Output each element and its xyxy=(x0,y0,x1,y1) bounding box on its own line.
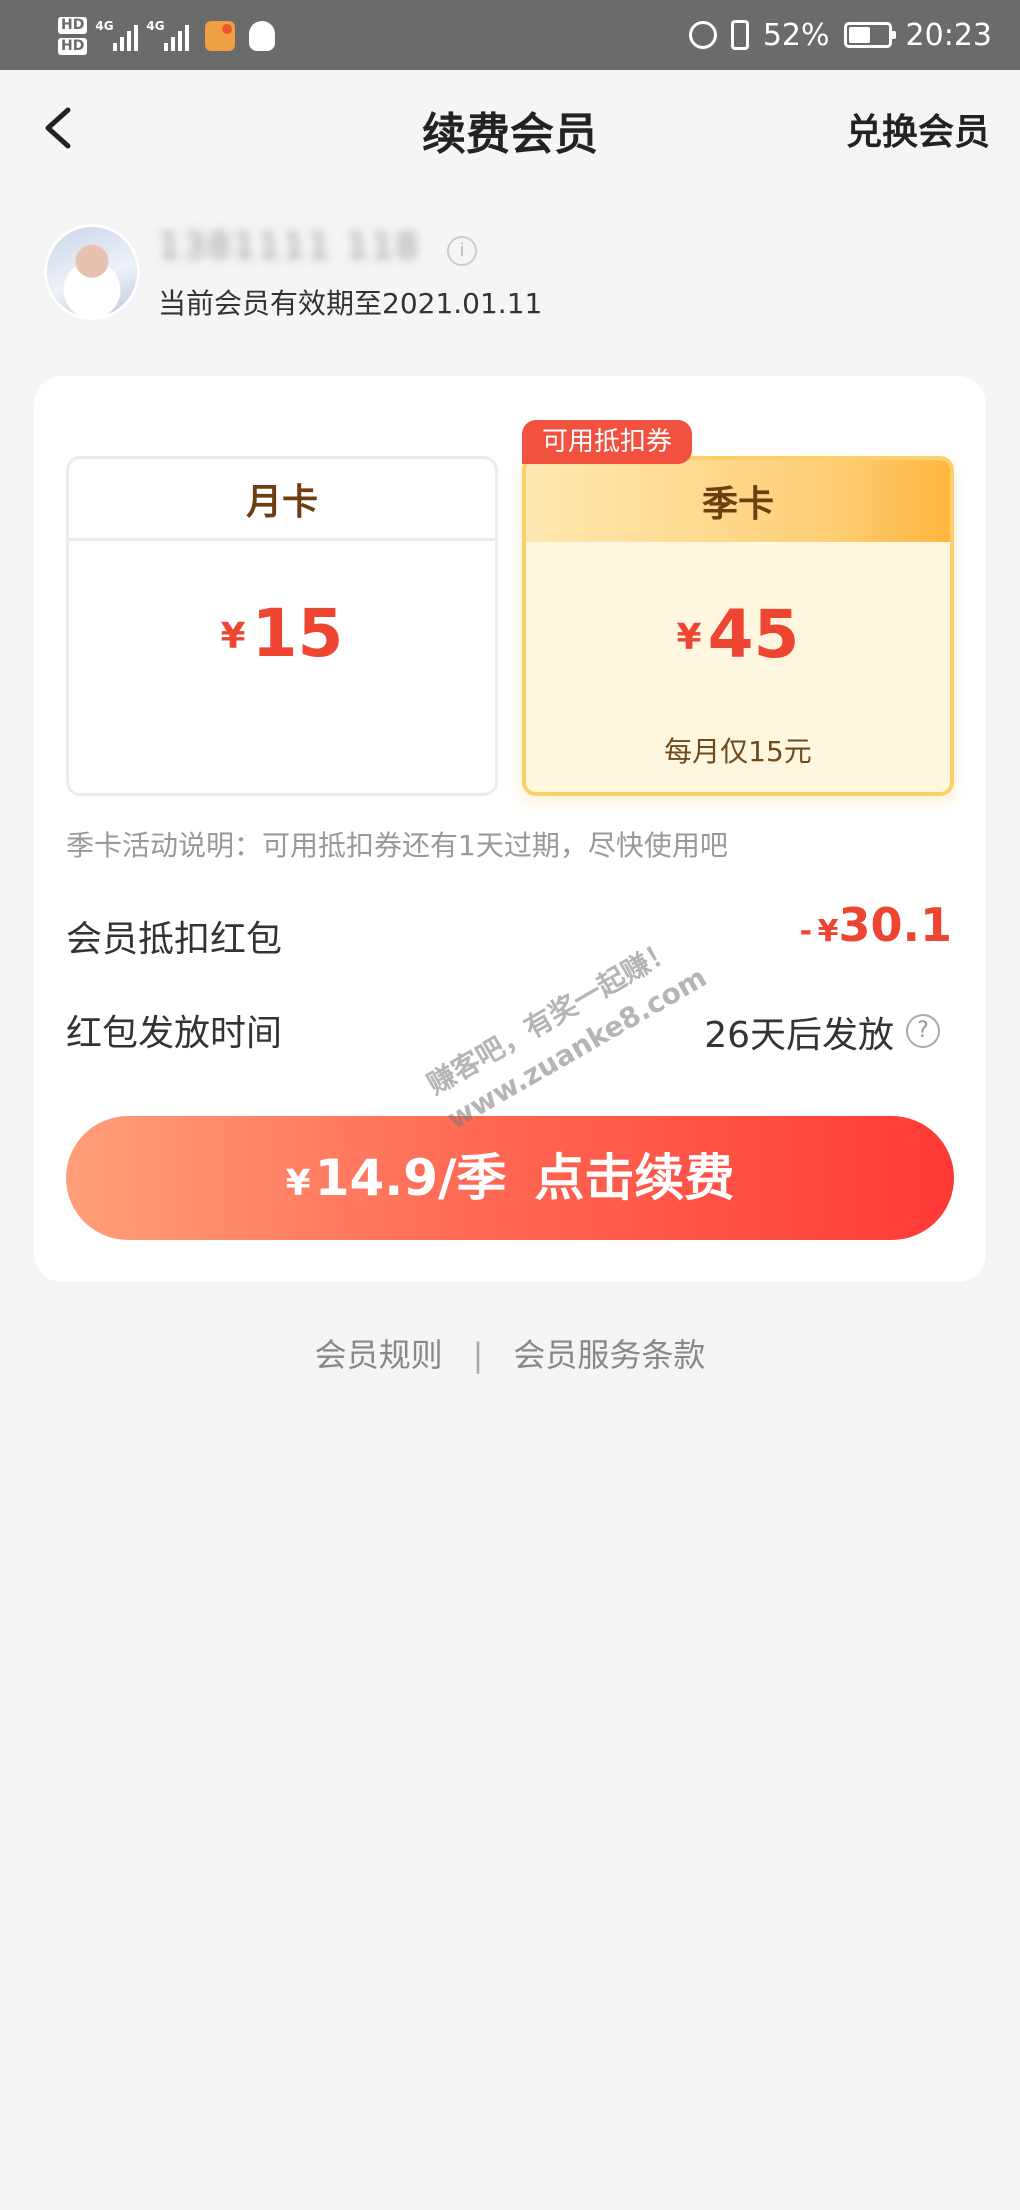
alarm-icon xyxy=(688,21,717,49)
status-left: HD HD 4G 4G xyxy=(58,8,276,64)
renew-pay-button[interactable]: ¥14.9/季 点击续费 xyxy=(66,1116,954,1240)
membership-rules-link[interactable]: 会员规则 xyxy=(315,1336,443,1374)
plan-quarterly-amount: 45 xyxy=(707,596,800,673)
pay-action: 点击续费 xyxy=(534,1149,735,1207)
plan-quarterly-name: 季卡 xyxy=(526,460,950,542)
signal-1-icon: 4G xyxy=(95,19,139,51)
membership-terms-link[interactable]: 会员服务条款 xyxy=(513,1336,705,1374)
vibrate-icon xyxy=(730,20,749,50)
plan-quarterly[interactable]: 季卡 ¥45 每月仅15元 xyxy=(522,456,954,796)
status-bar: HD HD 4G 4G 52% 20:23 xyxy=(0,0,1020,70)
plan-monthly-amount: 15 xyxy=(251,595,344,672)
plan-quarterly-note: 每月仅15元 xyxy=(664,735,812,768)
release-time-label: 红包发放时间 xyxy=(66,1013,283,1054)
hd-indicators: HD HD xyxy=(58,17,88,55)
network-type-1: 4G xyxy=(95,19,114,33)
coupon-tag: 可用抵扣券 xyxy=(522,420,693,464)
status-right: 52% 20:23 xyxy=(688,0,992,70)
pay-currency: ¥ xyxy=(285,1163,311,1204)
deduction-amount: - ¥30.1 xyxy=(800,898,952,952)
activity-note: 季卡活动说明：可用抵扣券还有1天过期，尽快使用吧 xyxy=(66,829,728,862)
avatar xyxy=(44,224,140,320)
signal-2-icon: 4G xyxy=(146,19,190,51)
deduction-value: 30.1 xyxy=(838,898,953,952)
plan-monthly[interactable]: 月卡 ¥15 xyxy=(66,456,498,796)
redeem-membership-link[interactable]: 兑换会员 xyxy=(846,103,990,155)
deduction-minus: - xyxy=(799,914,813,949)
battery-percent: 52% xyxy=(762,17,830,53)
plan-monthly-currency: ¥ xyxy=(220,616,246,657)
footer-separator: | xyxy=(472,1336,484,1374)
pay-price: 14.9/季 xyxy=(314,1149,507,1207)
deduction-label: 会员抵扣红包 xyxy=(66,919,283,960)
app-notification-icon xyxy=(205,21,236,51)
plan-quarterly-price: ¥45 xyxy=(526,596,950,673)
battery-icon xyxy=(843,22,896,48)
hd-2-icon: HD xyxy=(58,38,88,55)
renewal-card: 可用抵扣券 月卡 ¥15 季卡 ¥45 每月仅15元 季卡活动说明：可用抵扣券还… xyxy=(34,376,986,1282)
qq-notification-icon xyxy=(249,21,276,51)
plan-monthly-name: 月卡 xyxy=(69,459,495,541)
info-icon[interactable]: i xyxy=(447,236,477,266)
release-time-value: 26天后发放 xyxy=(704,1015,894,1056)
plan-quarterly-currency: ¥ xyxy=(676,617,702,658)
hd-1-icon: HD xyxy=(58,17,88,34)
membership-expiry: 当前会员有效期至2021.01.11 xyxy=(158,287,543,320)
clock: 20:23 xyxy=(905,17,992,53)
network-type-2: 4G xyxy=(146,19,165,33)
footer-links: 会员规则 | 会员服务条款 xyxy=(0,1330,1020,1376)
username-masked: 1381111 118 xyxy=(158,226,421,267)
plan-monthly-price: ¥15 xyxy=(69,595,495,672)
help-icon[interactable]: ? xyxy=(906,1014,940,1048)
nav-bar: 续费会员 兑换会员 xyxy=(0,70,1020,190)
deduction-currency: ¥ xyxy=(817,914,839,949)
